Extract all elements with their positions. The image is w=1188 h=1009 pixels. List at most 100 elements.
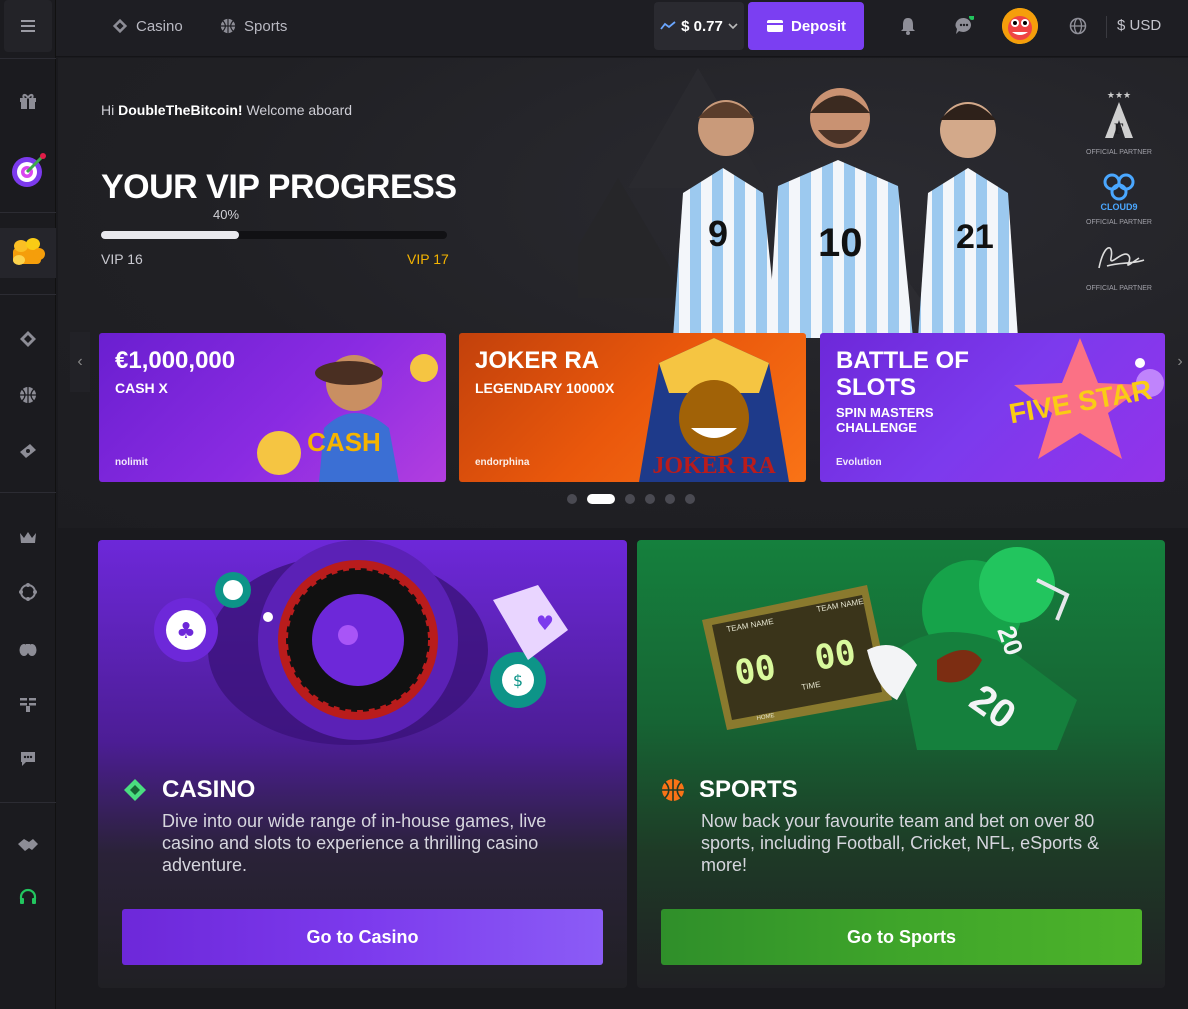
chat-button[interactable] (952, 14, 976, 38)
carousel-dots (567, 494, 695, 504)
partner-signature: OFFICIAL PARTNER (1074, 238, 1164, 292)
gift-icon (20, 94, 36, 109)
carousel-dot[interactable] (645, 494, 655, 504)
notifications-button[interactable] (896, 14, 920, 38)
casino-card: ♣ $ ♥ CASINO Dive into our wide range of… (98, 540, 627, 988)
promo-provider: endorphina (475, 457, 530, 468)
afa-logo-icon: ★★★ F (1105, 91, 1133, 138)
go-to-sports-button[interactable]: Go to Sports (661, 909, 1142, 965)
sidebar-item-casino[interactable] (0, 328, 56, 350)
balance-dropdown[interactable]: $ 0.77 (654, 2, 744, 50)
carousel-dot[interactable] (685, 494, 695, 504)
chat-bubble-icon (955, 16, 974, 34)
carousel-dot[interactable] (625, 494, 635, 504)
avatar[interactable] (1002, 8, 1038, 44)
jersey-number: 21 (956, 218, 994, 256)
ticket-icon (20, 444, 36, 458)
casino-art: ♣ $ ♥ (154, 540, 568, 745)
sidebar-item-chat[interactable] (0, 748, 56, 770)
sidebar-divider (0, 58, 56, 59)
players-image: 9 10 21 (673, 88, 1018, 338)
svg-text:CLOUD9: CLOUD9 (1100, 202, 1137, 212)
menu-button[interactable] (4, 0, 52, 52)
sidebar-item-support[interactable] (0, 886, 56, 908)
vip-progress-bar (101, 231, 447, 239)
nav-casino[interactable]: Casino (112, 0, 183, 52)
wallet-icon (766, 20, 783, 32)
carousel-dot[interactable] (567, 494, 577, 504)
svg-text:$: $ (513, 671, 523, 690)
go-to-casino-button[interactable]: Go to Casino (122, 909, 603, 965)
deposit-button[interactable]: Deposit (748, 2, 864, 50)
avatar-face-icon (1002, 8, 1038, 44)
sidebar-divider (0, 294, 56, 295)
support-headset-icon (19, 888, 37, 904)
sidebar-item-sports[interactable] (0, 384, 56, 406)
nav-sports-label: Sports (244, 17, 288, 35)
currency-selector[interactable]: $ USD (1106, 16, 1161, 38)
promo-card-joker-ra[interactable]: JOKER RA JOKER RA LEGENDARY 10000X endor… (459, 333, 806, 482)
partner-label: OFFICIAL PARTNER (1086, 285, 1152, 292)
sidebar-item-bets[interactable] (0, 440, 56, 462)
chevron-right-icon: › (1177, 353, 1183, 370)
promo-art-text: JOKER RA (652, 453, 776, 479)
nav-sports[interactable]: Sports (220, 0, 287, 52)
sidebar-item-promo-target[interactable] (0, 148, 56, 192)
svg-text:00: 00 (732, 647, 779, 694)
promo-card-cash-x[interactable]: CASH €1,000,000 CASH X nolimit (99, 333, 446, 482)
sidebar-item-explore[interactable] (0, 637, 56, 659)
svg-text:00: 00 (812, 632, 859, 679)
promo-title: JOKER RA (475, 347, 600, 374)
basketball-orange-icon (662, 779, 684, 801)
sidebar-divider (0, 802, 56, 803)
promo-subtitle: LEGENDARY 10000X (475, 380, 615, 396)
promo-art: FIVE STAR (1007, 338, 1164, 459)
sidebar-item-vip[interactable] (0, 526, 56, 548)
sports-description: Now back your favourite team and bet on … (701, 811, 1100, 875)
vip-current-level: VIP 16 (101, 251, 143, 267)
sidebar-item-gifts[interactable] (0, 88, 56, 114)
casino-title: CASINO (162, 776, 256, 803)
handshake-icon (18, 839, 38, 851)
carousel-dot[interactable] (587, 494, 615, 504)
partner-label: OFFICIAL PARTNER (1086, 219, 1152, 226)
chevron-down-icon (728, 22, 738, 29)
carousel-next-button[interactable]: › (1170, 332, 1188, 392)
promo-art: JOKER RA (639, 338, 789, 482)
sidebar-item-rewards[interactable] (0, 228, 56, 278)
carousel-dot[interactable] (665, 494, 675, 504)
leaderboard-icon (20, 698, 36, 712)
coins-icon (13, 238, 45, 265)
signature-logo-icon (1098, 247, 1145, 269)
sidebar-divider (0, 212, 56, 213)
partners: ★★★ F OFFICIAL PARTNER CLOUD9 OFFICIAL PA… (1074, 88, 1164, 304)
chat-icon (21, 752, 35, 766)
sidebar-item-affiliate[interactable] (0, 834, 56, 856)
sports-art: TEAM NAME TEAM NAME 00 00 TIME HOME 20 2… (702, 547, 1077, 750)
language-button[interactable] (1066, 14, 1090, 38)
promo-card-battle-of-slots[interactable]: FIVE STAR BATTLE OF SLOTS SPIN MASTERS C… (820, 333, 1165, 482)
nav-casino-label: Casino (136, 17, 183, 35)
casino-diamond-icon (112, 18, 128, 34)
promo-subtitle: CASH X (115, 380, 168, 396)
trend-line-icon (660, 21, 676, 30)
svg-text:♣: ♣ (176, 619, 196, 644)
carousel-prev-button[interactable]: ‹ (70, 332, 90, 392)
globe-icon (1069, 17, 1087, 35)
casino-description: Dive into our wide range of in-house gam… (162, 811, 547, 875)
binoculars-icon (19, 644, 37, 656)
sidebar-item-leaderboard[interactable] (0, 693, 56, 715)
sidebar (0, 0, 56, 1009)
bell-icon (901, 18, 915, 35)
cloud9-logo-icon: CLOUD9 (1100, 173, 1138, 212)
sidebar-item-settings[interactable] (0, 581, 56, 603)
casino-green-diamond-icon (124, 779, 146, 801)
promo-subtitle: SPIN MASTERS CHALLENGE (836, 405, 934, 435)
sidebar-divider (0, 492, 56, 493)
basketball-icon (220, 18, 236, 34)
svg-text:F: F (1114, 121, 1124, 138)
settings-circle-icon (19, 583, 37, 601)
promo-provider: Evolution (836, 457, 882, 468)
vip-title: YOUR VIP PROGRESS (101, 168, 457, 206)
target-promo-icon (12, 153, 46, 187)
